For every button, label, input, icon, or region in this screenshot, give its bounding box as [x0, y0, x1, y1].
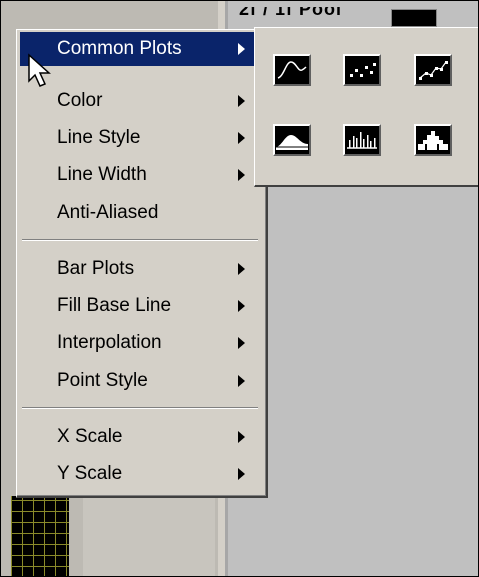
filled-step-plot-button[interactable] [414, 124, 452, 156]
menu-item-line-width[interactable]: Line Width [20, 158, 261, 192]
submenu-arrow-icon [238, 43, 245, 55]
graph-display [11, 496, 69, 576]
menu-separator [22, 407, 258, 409]
filled-step-plot-icon [418, 131, 448, 150]
submenu-arrow-icon [238, 468, 245, 480]
menu-item-common-plots[interactable]: Common Plots [20, 32, 261, 66]
menu-item-label: Bar Plots [57, 258, 135, 279]
scatter-plot-button[interactable] [343, 54, 381, 86]
menu-item-label: Line Width [57, 164, 147, 185]
filled-curve-plot-button[interactable] [273, 124, 311, 156]
menu-item-label: Interpolation [57, 332, 162, 353]
application-window: 2f / 1f Pool Common Plots Color Line Sty… [0, 0, 479, 577]
menu-separator [22, 239, 258, 241]
bar-plot-button[interactable] [343, 124, 381, 156]
menu-item-label: Color [57, 90, 103, 111]
menu-item-label: Y Scale [57, 463, 123, 484]
submenu-arrow-icon [238, 132, 245, 144]
menu-item-label: X Scale [57, 426, 123, 447]
menu-item-point-style[interactable]: Point Style [20, 364, 261, 398]
scatter-plot-icon [350, 63, 376, 77]
submenu-arrow-icon [238, 263, 245, 275]
left-inner-panel [83, 496, 215, 576]
menu-item-label: Common Plots [57, 38, 182, 59]
submenu-arrow-icon [238, 337, 245, 349]
line-points-plot-button[interactable] [414, 54, 452, 86]
line-plot-button[interactable] [273, 54, 311, 86]
menu-item-anti-aliased[interactable]: Anti-Aliased [20, 196, 261, 230]
submenu-arrow-icon [238, 95, 245, 107]
menu-item-label: Fill Base Line [57, 295, 172, 316]
menu-item-interpolation[interactable]: Interpolation [20, 326, 261, 360]
menu-item-fill-base-line[interactable]: Fill Base Line [20, 289, 261, 323]
line-points-plot-icon [419, 61, 448, 80]
submenu-arrow-icon [238, 431, 245, 443]
menu-item-y-scale[interactable]: Y Scale [20, 457, 261, 491]
menu-item-line-style[interactable]: Line Style [20, 121, 261, 155]
menu-item-label: Anti-Aliased [57, 202, 159, 223]
plot-context-menu: Common Plots Color Line Style Line Width… [16, 29, 268, 498]
mouse-pointer-icon [28, 53, 51, 87]
menu-item-bar-plots[interactable]: Bar Plots [20, 252, 261, 286]
menu-item-color[interactable]: Color [20, 84, 261, 118]
common-plots-submenu [254, 27, 478, 187]
bar-plot-icon [347, 132, 377, 149]
menu-item-x-scale[interactable]: X Scale [20, 420, 261, 454]
menu-item-label: Line Style [57, 127, 141, 148]
background-plot-icon [391, 9, 437, 27]
submenu-arrow-icon [238, 300, 245, 312]
filled-curve-plot-icon [276, 135, 308, 150]
menu-item-label: Point Style [57, 370, 148, 391]
submenu-arrow-icon [238, 375, 245, 387]
line-plot-icon [277, 61, 307, 79]
submenu-arrow-icon [238, 169, 245, 181]
background-title: 2f / 1f Pool [239, 7, 343, 19]
